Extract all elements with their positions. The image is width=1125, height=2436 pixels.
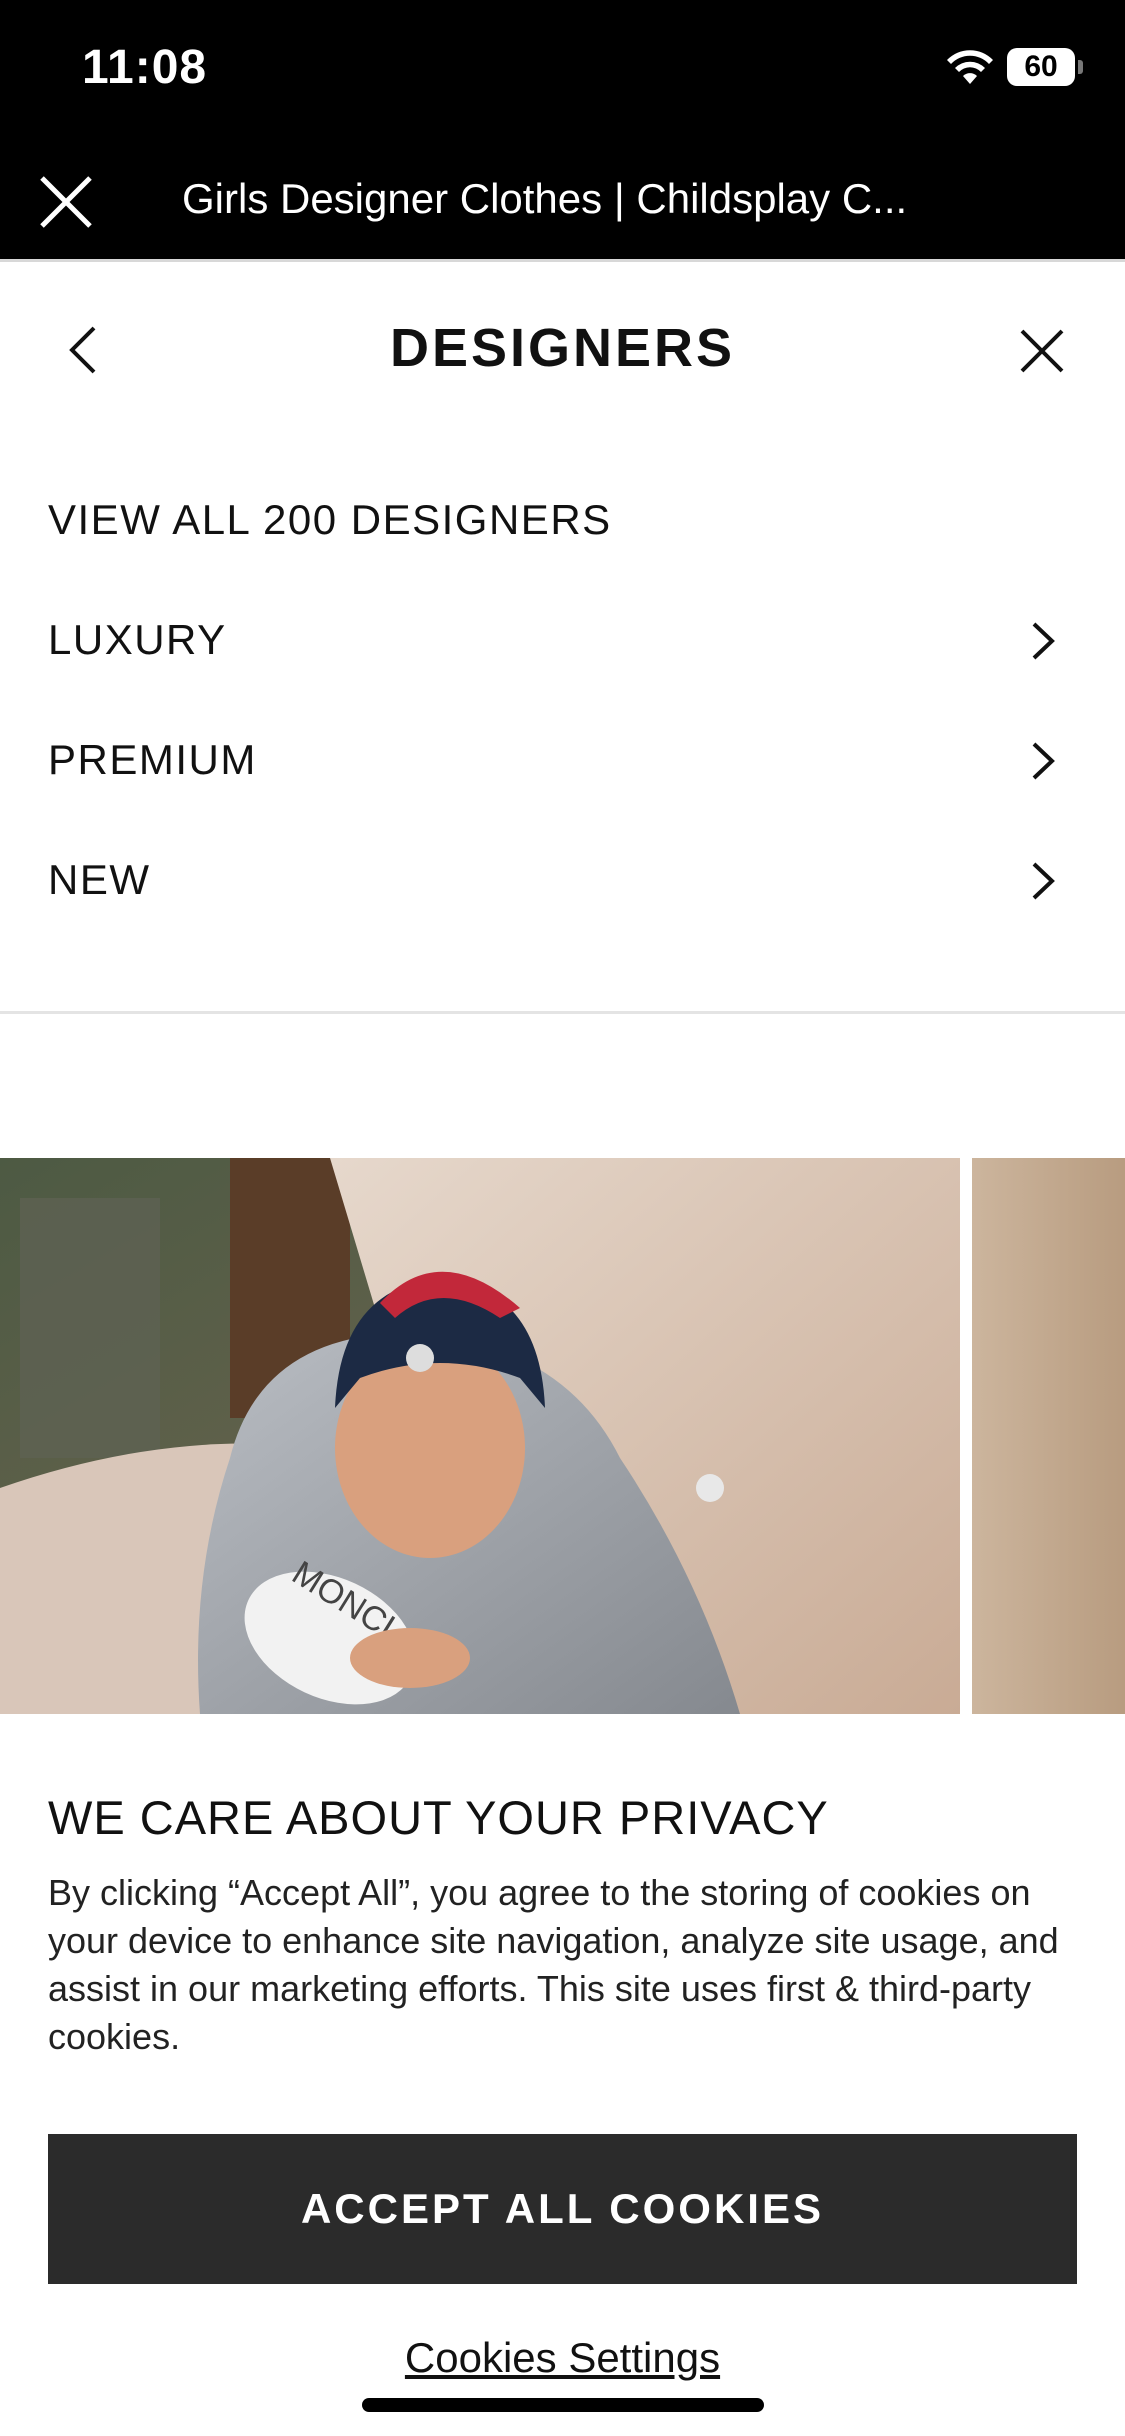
battery-level: 60 — [1024, 50, 1058, 83]
menu-item-label: NEW — [48, 856, 151, 903]
cookies-settings-link[interactable]: Cookies Settings — [0, 2334, 1125, 2382]
status-time: 11:08 — [82, 41, 208, 94]
chevron-right-icon — [1032, 622, 1055, 660]
close-icon[interactable] — [1018, 327, 1066, 375]
browser-bar: Girls Designer Clothes | Childsplay C... — [0, 140, 1125, 262]
banner-image[interactable]: MONCL — [0, 1158, 960, 1714]
privacy-body: By clicking “Accept All”, you agree to t… — [48, 1872, 1059, 2057]
menu-item-luxury[interactable]: LUXURY — [0, 580, 1125, 700]
wifi-icon — [947, 50, 993, 84]
banner-next-slide[interactable] — [972, 1158, 1125, 1714]
banner-illustration: MONCL — [0, 1158, 960, 1714]
menu-item-label: VIEW ALL 200 DESIGNERS — [48, 496, 612, 543]
close-icon[interactable] — [34, 170, 98, 234]
accept-all-cookies-button[interactable]: ACCEPT ALL COOKIES — [48, 2134, 1077, 2284]
battery-icon: 60 — [1007, 48, 1083, 86]
home-indicator — [362, 2398, 764, 2412]
menu-item-premium[interactable]: PREMIUM — [0, 700, 1125, 820]
menu-title: DESIGNERS — [389, 318, 736, 378]
menu-item-label: LUXURY — [48, 616, 227, 663]
cookie-consent-panel: WE CARE ABOUT YOUR PRIVACY By clicking “… — [0, 1714, 1125, 2436]
designers-menu-header: DESIGNERS — [0, 262, 1125, 437]
chevron-right-icon — [1032, 862, 1055, 900]
menu-item-view-all[interactable]: VIEW ALL 200 DESIGNERS — [0, 460, 1125, 580]
promo-banner-carousel[interactable]: MONCL — [0, 1158, 1125, 1714]
privacy-title: WE CARE ABOUT YOUR PRIVACY — [48, 1791, 829, 1844]
status-bar: 11:08 60 — [0, 0, 1125, 140]
menu-item-new[interactable]: NEW — [0, 820, 1125, 940]
chevron-right-icon — [1032, 742, 1055, 780]
divider — [0, 1011, 1125, 1014]
designers-menu-list: VIEW ALL 200 DESIGNERS LUXURY PREMIUM NE… — [0, 460, 1125, 940]
menu-item-label: PREMIUM — [48, 736, 257, 783]
browser-page-title: Girls Designer Clothes | Childsplay C... — [182, 175, 908, 222]
